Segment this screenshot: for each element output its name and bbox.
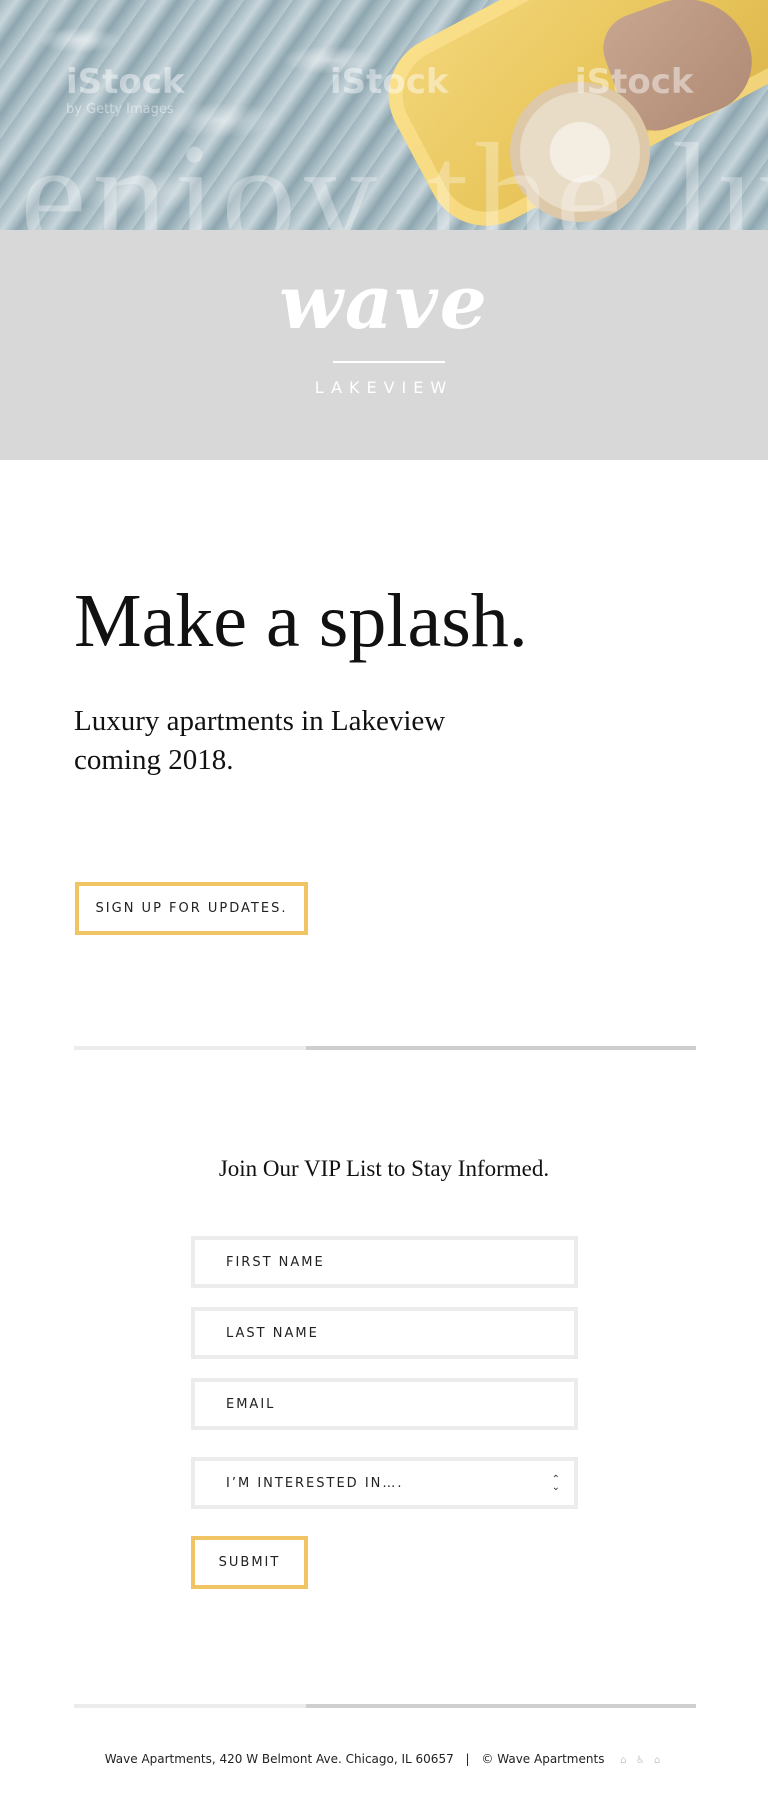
last-name-placeholder: LAST NAME (226, 1325, 319, 1341)
last-name-field[interactable]: LAST NAME (191, 1307, 578, 1359)
footer-separator: | (465, 1752, 470, 1766)
footer-address: Wave Apartments, 420 W Belmont Ave. Chic… (104, 1752, 454, 1766)
stock-watermark: iStock (330, 62, 449, 102)
section-divider (74, 1046, 696, 1050)
vip-form-title: Join Our VIP List to Stay Informed. (218, 1156, 550, 1181)
logo-divider (333, 361, 445, 363)
select-arrows-icon: ⌃ ⌄ (551, 1474, 560, 1493)
wave-logo-wordmark[interactable]: wave (0, 260, 768, 346)
logo-band: wave LAKEVIEW (0, 230, 768, 460)
interest-select[interactable]: I’M INTERESTED IN…. ⌃ ⌄ (191, 1457, 578, 1509)
footer: Wave Apartments, 420 W Belmont Ave. Chic… (0, 1752, 768, 1766)
email-field[interactable]: EMAIL (191, 1378, 578, 1430)
page-headline: Make a splash. (74, 579, 528, 663)
sign-up-updates-button[interactable]: SIGN UP FOR UPDATES. (75, 882, 308, 935)
hero-image: iStock by Getty Images iStock iStock enj… (0, 0, 768, 230)
first-name-field[interactable]: FIRST NAME (191, 1236, 578, 1288)
email-placeholder: EMAIL (226, 1396, 276, 1412)
logo-location: LAKEVIEW (314, 378, 454, 397)
section-divider (74, 1704, 696, 1708)
hero-overlay-word: enjoy the lux (20, 113, 768, 230)
submit-button[interactable]: SUBMIT (191, 1536, 308, 1589)
first-name-placeholder: FIRST NAME (226, 1254, 325, 1270)
equal-housing-icon: ⌂ ♿ ⌂ (620, 1755, 664, 1766)
page-subline: Luxury apartments in Lakeview coming 201… (74, 705, 446, 776)
stock-watermark: iStock (575, 62, 694, 102)
footer-copyright: © Wave Apartments (481, 1752, 605, 1766)
interest-select-value: I’M INTERESTED IN…. (226, 1475, 404, 1491)
stock-watermark: iStock by Getty Images (66, 62, 185, 117)
